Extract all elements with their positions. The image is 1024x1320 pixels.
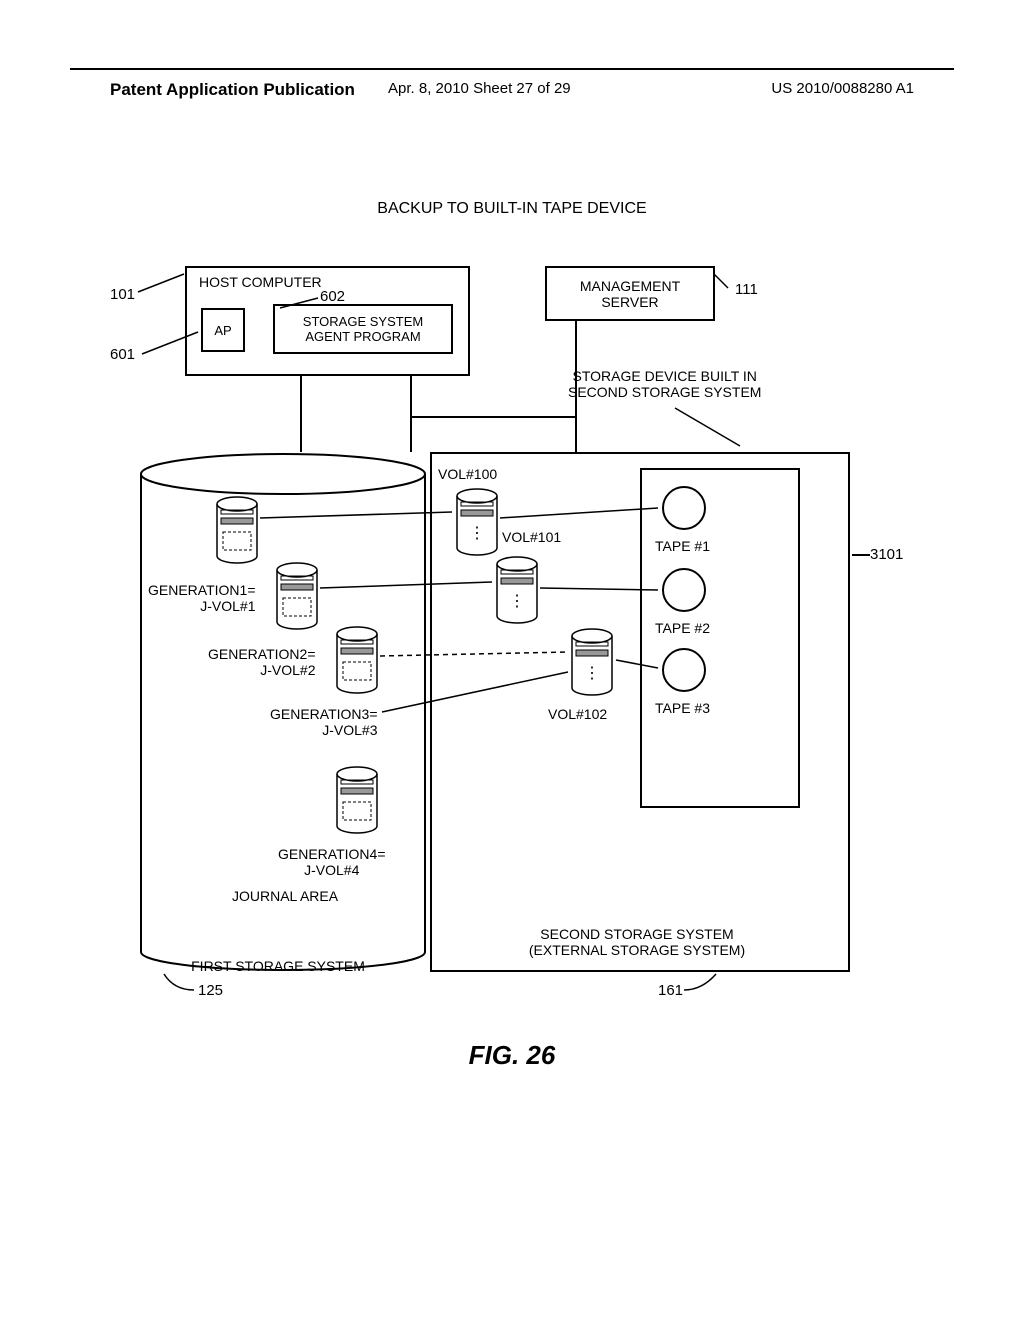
diagram-title: BACKUP TO BUILT-IN TAPE DEVICE (0, 200, 1024, 218)
tape-1-icon (660, 484, 708, 532)
tape-2-label: TAPE #2 (655, 620, 710, 636)
gen2-vol-icon (335, 626, 379, 696)
leader-125 (160, 972, 200, 996)
callout-602: 602 (320, 288, 345, 305)
header-mid: Apr. 8, 2010 Sheet 27 of 29 (388, 80, 571, 97)
mgmt-server-label: MANAGEMENT SERVER (580, 278, 680, 310)
callout-111: 111 (735, 281, 758, 298)
vol101-icon: ⋮ (495, 556, 539, 626)
second-storage-label: SECOND STORAGE SYSTEM (EXTERNAL STORAGE … (472, 926, 802, 958)
header-rule (70, 68, 954, 70)
host-computer-label: HOST COMPUTER (199, 274, 322, 290)
conn-second-v (575, 416, 577, 452)
journal-area-label: JOURNAL AREA (232, 888, 338, 904)
conn-horz1 (410, 416, 575, 418)
callout-3101: 3101 (870, 546, 903, 563)
callout-125: 125 (198, 982, 223, 999)
tape-2-icon (660, 566, 708, 614)
gen3-label: GENERATION3= J-VOL#3 (270, 706, 378, 738)
leader-161 (680, 972, 720, 996)
agent-box: STORAGE SYSTEM AGENT PROGRAM (273, 304, 453, 354)
agent-label: STORAGE SYSTEM AGENT PROGRAM (303, 314, 423, 344)
tape-1-label: TAPE #1 (655, 538, 710, 554)
header-left: Patent Application Publication (110, 80, 355, 100)
vol102-label: VOL#102 (548, 706, 607, 722)
gen2-label: GENERATION2= J-VOL#2 (208, 646, 316, 678)
vol-first-top-icon (215, 496, 259, 566)
svg-text:⋮: ⋮ (584, 665, 600, 682)
vol102-icon: ⋮ (570, 628, 614, 698)
ap-label: AP (214, 323, 231, 338)
callout-101: 101 (110, 286, 135, 303)
storage-device-label: STORAGE DEVICE BUILT IN SECOND STORAGE S… (568, 368, 761, 400)
tape-3-icon (660, 646, 708, 694)
page: Patent Application Publication Apr. 8, 2… (0, 0, 1024, 1320)
tape-3-label: TAPE #3 (655, 700, 710, 716)
ap-box: AP (201, 308, 245, 352)
diagram: HOST COMPUTER AP STORAGE SYSTEM AGENT PR… (100, 266, 910, 1006)
conn-host-first (300, 376, 302, 452)
header-right: US 2010/0088280 A1 (771, 80, 914, 97)
conn-host-shared (410, 376, 412, 452)
callout-161: 161 (658, 982, 683, 999)
vol100-label: VOL#100 (438, 466, 497, 482)
conn-mgmt-v (575, 321, 577, 416)
host-computer-box: HOST COMPUTER AP STORAGE SYSTEM AGENT PR… (185, 266, 470, 376)
vol101-label: VOL#101 (502, 529, 561, 545)
vol100-icon: ⋮ (455, 488, 499, 558)
mgmt-server-box: MANAGEMENT SERVER (545, 266, 715, 321)
gen1-vol-icon (275, 562, 319, 632)
gen4-label: GENERATION4= J-VOL#4 (278, 846, 386, 878)
leader-3101 (852, 554, 870, 556)
gen1-label: GENERATION1= J-VOL#1 (148, 582, 256, 614)
first-storage-label: FIRST STORAGE SYSTEM (178, 958, 378, 974)
svg-text:⋮: ⋮ (509, 593, 525, 610)
gen4-vol-icon (335, 766, 379, 836)
callout-601: 601 (110, 346, 135, 363)
svg-text:⋮: ⋮ (469, 525, 485, 542)
figure-number: FIG. 26 (0, 1040, 1024, 1071)
